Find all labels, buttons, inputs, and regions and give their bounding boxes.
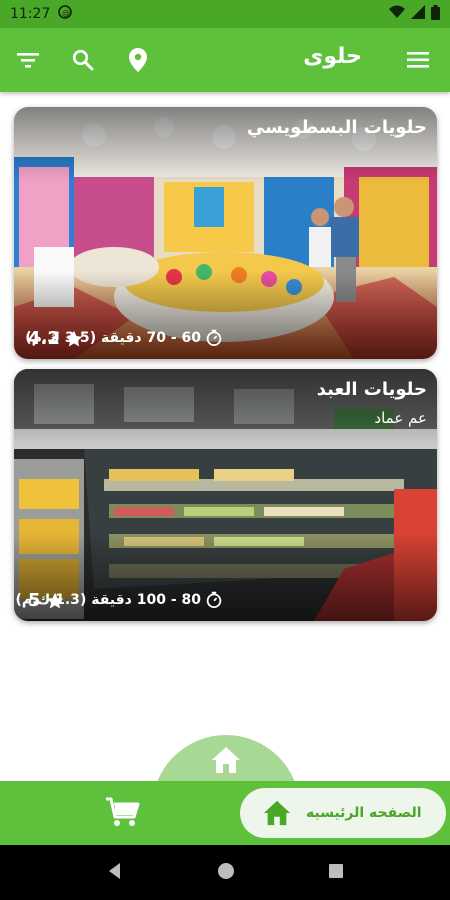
delivery-eta: 80 - 100 دقيقة (1.3 ك.م)	[15, 591, 223, 609]
bottom-navigation: الصفحه الرئيسيه	[0, 781, 450, 845]
menu-icon[interactable]	[404, 46, 432, 74]
home-tab[interactable]: الصفحه الرئيسيه	[240, 788, 446, 838]
location-pin-icon[interactable]	[124, 46, 152, 74]
eta-text: 60 - 70 دقيقة (3.5 ك.م)	[25, 330, 201, 346]
delivery-eta: 60 - 70 دقيقة (3.5 ك.م)	[25, 329, 223, 347]
recents-icon[interactable]	[328, 863, 344, 883]
status-bar: 11:27 @	[0, 0, 450, 28]
app-bar: حلوى	[0, 28, 450, 92]
filter-icon[interactable]	[14, 46, 42, 74]
photo-overlay	[14, 369, 437, 621]
cart-icon	[106, 797, 140, 826]
restaurant-location: عم عماد	[374, 409, 427, 427]
home-circle-icon[interactable]	[217, 862, 235, 884]
back-icon[interactable]	[106, 862, 124, 884]
timer-icon	[206, 591, 222, 609]
home-tab-label: الصفحه الرئيسيه	[306, 805, 422, 821]
status-time: 11:27	[10, 6, 51, 22]
search-icon[interactable]	[69, 46, 97, 74]
timer-icon	[206, 329, 222, 347]
page-title: حلوى	[303, 44, 362, 69]
restaurant-name: حلويات العبد	[316, 379, 427, 400]
photo-overlay	[14, 107, 437, 359]
wifi-icon	[389, 5, 405, 23]
battery-icon	[431, 4, 440, 24]
cart-button[interactable]	[104, 795, 144, 831]
home-icon	[263, 800, 291, 826]
restaurant-name: حلويات البسطويسي	[246, 117, 427, 138]
signal-icon	[411, 5, 425, 23]
eta-text: 80 - 100 دقيقة (1.3 ك.م)	[15, 592, 201, 608]
system-navigation-bar	[0, 845, 450, 900]
restaurant-card[interactable]: حلويات العبد عم عماد 5 80 - 100 دقيقة (1…	[14, 369, 437, 621]
home-icon	[212, 747, 240, 773]
restaurant-card[interactable]: حلويات البسطويسي 4.2 60 - 70 دقيقة (3.5 …	[14, 107, 437, 359]
svg-text:@: @	[62, 9, 70, 18]
notification-icon: @	[58, 5, 73, 23]
